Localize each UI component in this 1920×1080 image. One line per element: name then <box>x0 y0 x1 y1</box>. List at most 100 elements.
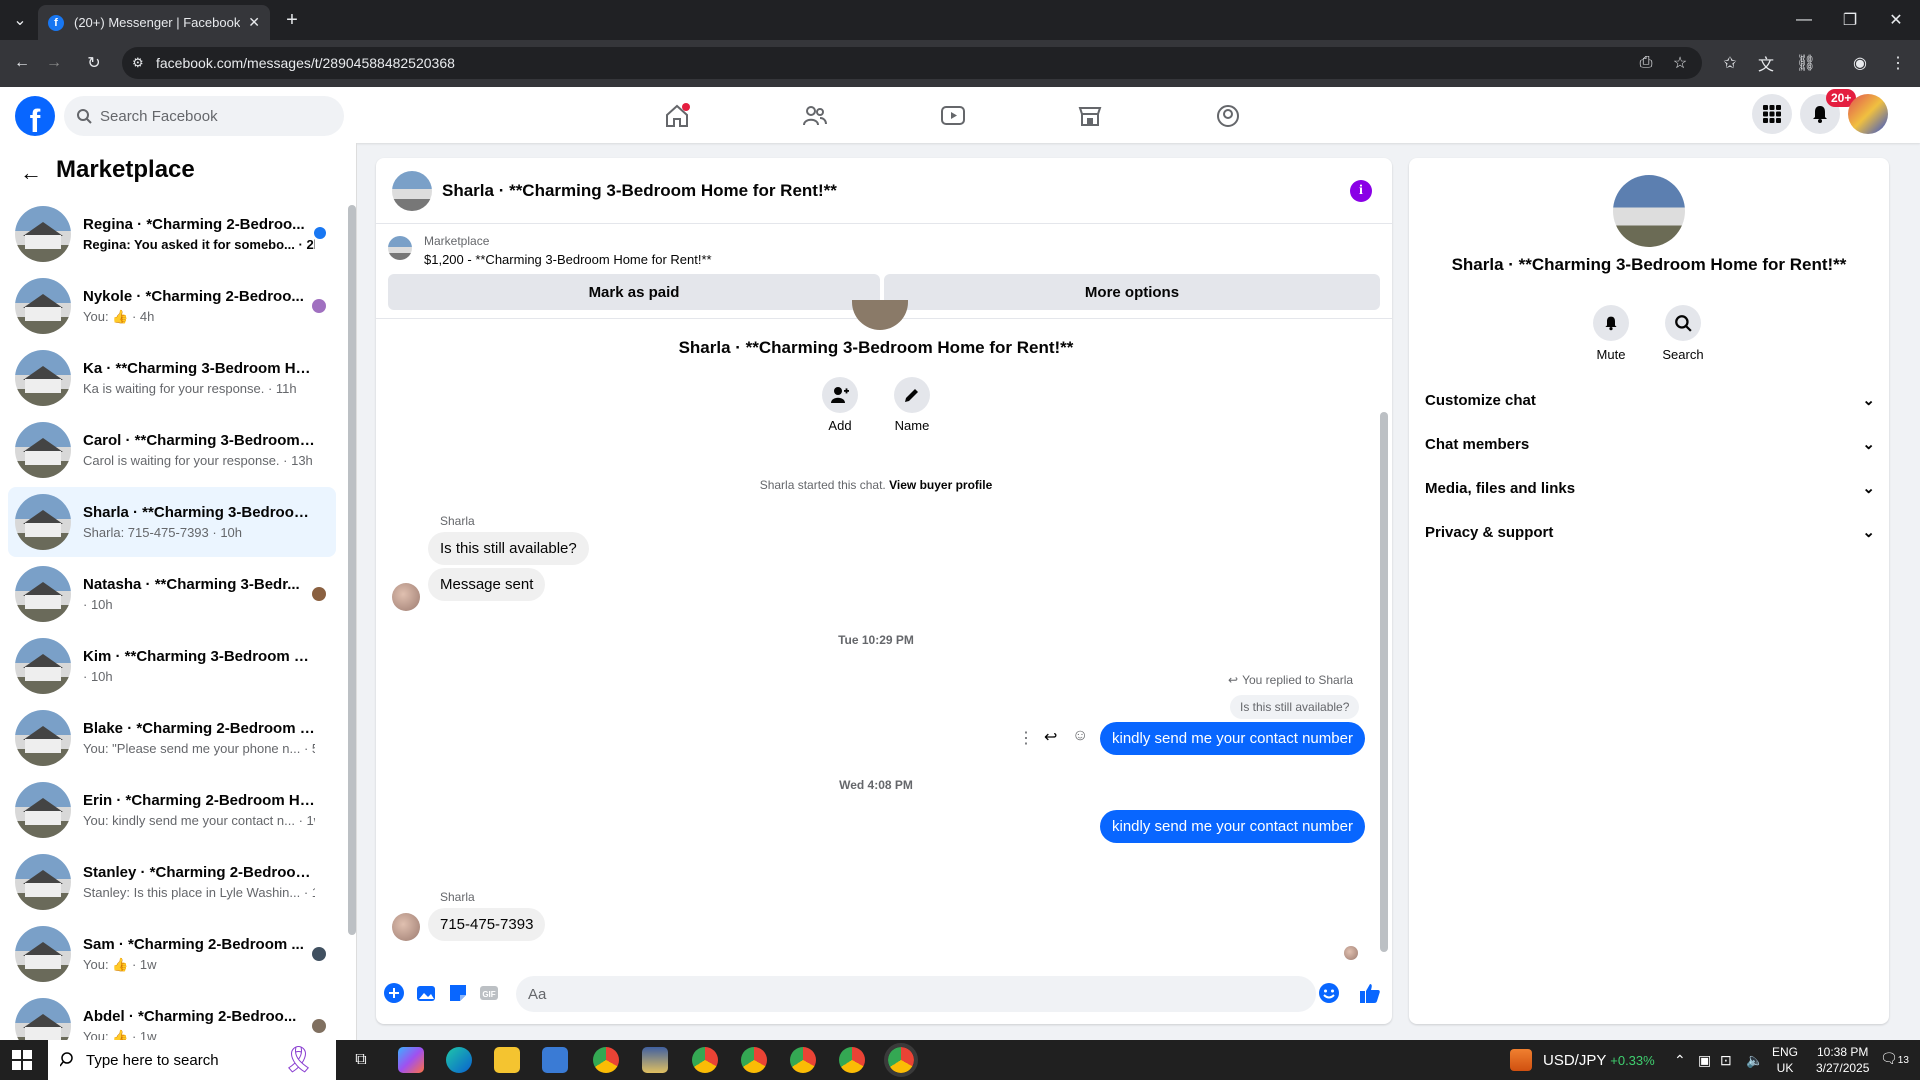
listing-title[interactable]: $1,200 - **Charming 3-Bedroom Home for R… <box>424 252 712 267</box>
conversation-item[interactable]: Nykole · *Charming 2-Bedroo... You: 👍 · 4… <box>8 271 336 341</box>
chat-header[interactable]: Sharla · **Charming 3-Bedroom Home for R… <box>376 158 1392 224</box>
info-icon[interactable]: i <box>1350 180 1372 202</box>
profile-avatar[interactable] <box>1613 175 1685 247</box>
chat-title[interactable]: Sharla · **Charming 3-Bedroom Home for R… <box>442 181 837 201</box>
store-icon[interactable] <box>542 1047 568 1073</box>
conversation-item[interactable]: Sharla · **Charming 3-Bedroom ... Sharla:… <box>8 487 336 557</box>
profile-icon[interactable]: ◉ <box>1846 49 1874 77</box>
file-explorer-icon[interactable] <box>494 1047 520 1073</box>
incoming-message[interactable]: Is this still available? <box>428 532 589 565</box>
marketplace-nav-icon[interactable] <box>1073 99 1107 133</box>
react-emoji-icon[interactable]: ☺ <box>1072 727 1088 745</box>
watch-nav-icon[interactable] <box>936 99 970 133</box>
conversation-item[interactable]: Stanley · *Charming 2-Bedroom ... Stanley… <box>8 847 336 917</box>
menu-icon[interactable]: ⋮ <box>1884 49 1912 77</box>
favorites-icon[interactable]: ✩ <box>1716 49 1744 77</box>
apps-menu-icon[interactable] <box>1752 94 1792 134</box>
friends-nav-icon[interactable] <box>798 99 832 133</box>
chrome-icon[interactable] <box>790 1047 816 1073</box>
photo-icon[interactable] <box>415 982 437 1004</box>
photos-icon[interactable] <box>642 1047 668 1073</box>
clock[interactable]: 10:38 PM 3/27/2025 <box>1816 1044 1869 1076</box>
facebook-logo[interactable]: f <box>15 96 55 136</box>
more-options-button[interactable]: More options <box>884 274 1380 310</box>
gaming-nav-icon[interactable] <box>1211 99 1245 133</box>
like-thumb-icon[interactable] <box>1359 982 1381 1004</box>
browser-tab[interactable]: f (20+) Messenger | Facebook ✕ <box>38 5 270 40</box>
chrome-icon[interactable] <box>593 1047 619 1073</box>
copilot-icon[interactable] <box>398 1047 424 1073</box>
sender-avatar[interactable] <box>392 583 420 611</box>
conversation-item[interactable]: Blake · *Charming 2-Bedroom H... You: "Pl… <box>8 703 336 773</box>
link-icon[interactable]: ⛓ <box>1792 49 1820 77</box>
task-view-icon[interactable]: ⧉ <box>348 1047 374 1073</box>
mark-as-paid-button[interactable]: Mark as paid <box>388 274 880 310</box>
gif-icon[interactable]: GIF <box>478 982 500 1004</box>
message-input[interactable]: Aa <box>516 976 1316 1012</box>
add-person-icon[interactable] <box>822 377 858 413</box>
new-tab-icon[interactable]: + <box>278 6 306 34</box>
quoted-message[interactable]: Is this still available? <box>1230 695 1360 719</box>
chrome-icon[interactable] <box>839 1047 865 1073</box>
network-icon[interactable]: ⊡ <box>1720 1052 1732 1069</box>
bookmark-star-icon[interactable]: ☆ <box>1666 49 1694 77</box>
sidebar-scrollbar[interactable] <box>348 205 356 935</box>
view-buyer-profile-link[interactable]: View buyer profile <box>889 478 992 492</box>
sender-avatar[interactable] <box>392 913 420 941</box>
customize-chat-section[interactable]: Customize chat ⌄ <box>1425 391 1875 410</box>
translate-icon[interactable]: 文 <box>1752 49 1780 77</box>
edge-icon[interactable] <box>446 1047 472 1073</box>
maximize-icon[interactable]: ❐ <box>1836 6 1864 34</box>
emoji-icon[interactable] <box>1318 982 1340 1004</box>
windows-start-icon[interactable] <box>12 1050 32 1070</box>
chrome-active-icon[interactable] <box>884 1043 918 1077</box>
conversation-item[interactable]: Carol · **Charming 3-Bedroom ... Carol is… <box>8 415 336 485</box>
close-window-icon[interactable]: ✕ <box>1882 6 1910 34</box>
outgoing-message[interactable]: kindly send me your contact number <box>1100 722 1365 755</box>
incoming-message[interactable]: 715-475-7393 <box>428 908 546 941</box>
back-icon[interactable]: ← <box>8 49 36 77</box>
conversation-item[interactable]: Sam · *Charming 2-Bedroom ... You: 👍 · 1w <box>8 919 336 989</box>
outgoing-message[interactable]: kindly send me your contact number <box>1100 810 1365 843</box>
conversation-item[interactable]: Natasha · **Charming 3-Bedr... · 10h <box>8 559 336 629</box>
search-chat-button[interactable]: Search <box>1648 305 1718 362</box>
site-info-icon[interactable]: ⚙ <box>132 55 144 71</box>
tab-search-icon[interactable]: ⌄ <box>6 6 34 34</box>
more-actions-icon[interactable]: ⋮ <box>1018 728 1034 748</box>
chrome-icon[interactable] <box>692 1047 718 1073</box>
conversation-item[interactable]: Ka · **Charming 3-Bedroom Ho... Ka is wai… <box>8 343 336 413</box>
chat-scrollbar[interactable] <box>1380 412 1388 952</box>
incoming-message[interactable]: Message sent <box>428 568 546 601</box>
forward-icon[interactable]: → <box>40 49 68 77</box>
more-plus-icon[interactable] <box>383 982 405 1004</box>
conversation-item[interactable]: Erin · *Charming 2-Bedroom Ho... You: kin… <box>8 775 336 845</box>
mute-button[interactable]: Mute <box>1576 305 1646 362</box>
volume-icon[interactable]: 🔈 <box>1746 1052 1763 1069</box>
notification-center-icon[interactable]: 🗨13 <box>1880 1050 1909 1067</box>
facebook-search-input[interactable]: Search Facebook <box>64 96 344 136</box>
minimize-icon[interactable]: — <box>1790 6 1818 34</box>
sticker-icon[interactable] <box>447 982 469 1004</box>
install-app-icon[interactable]: ⎙ <box>1632 49 1660 77</box>
reply-icon[interactable]: ↩ <box>1044 727 1057 747</box>
device-icon[interactable]: ▣ <box>1698 1052 1711 1069</box>
ticker-symbol[interactable]: USD/JPY <box>1543 1052 1606 1069</box>
privacy-support-section[interactable]: Privacy & support ⌄ <box>1425 523 1875 542</box>
edit-name-icon[interactable] <box>894 377 930 413</box>
language-indicator[interactable]: ENG UK <box>1772 1044 1798 1076</box>
account-avatar[interactable] <box>1848 94 1888 134</box>
url-field[interactable]: ⚙ facebook.com/messages/t/28904588482520… <box>122 47 1702 79</box>
media-files-section[interactable]: Media, files and links ⌄ <box>1425 479 1875 498</box>
show-hidden-icons-icon[interactable]: ⌃ <box>1674 1052 1686 1069</box>
back-arrow-icon[interactable]: ← <box>20 160 42 186</box>
chat-members-section[interactable]: Chat members ⌄ <box>1425 435 1875 454</box>
chat-avatar[interactable] <box>392 170 432 211</box>
close-tab-icon[interactable]: ✕ <box>248 14 260 31</box>
conversation-item[interactable]: Regina · *Charming 2-Bedroo... Regina: Yo… <box>8 199 336 269</box>
reload-icon[interactable]: ↻ <box>80 49 108 77</box>
taskbar-search-input[interactable]: Type here to search 🎗 <box>48 1040 336 1080</box>
listing-thumbnail[interactable] <box>388 236 412 260</box>
home-nav-icon[interactable] <box>660 99 694 133</box>
chrome-icon[interactable] <box>741 1047 767 1073</box>
conversation-item[interactable]: Kim · **Charming 3-Bedroom H... · 10h <box>8 631 336 701</box>
